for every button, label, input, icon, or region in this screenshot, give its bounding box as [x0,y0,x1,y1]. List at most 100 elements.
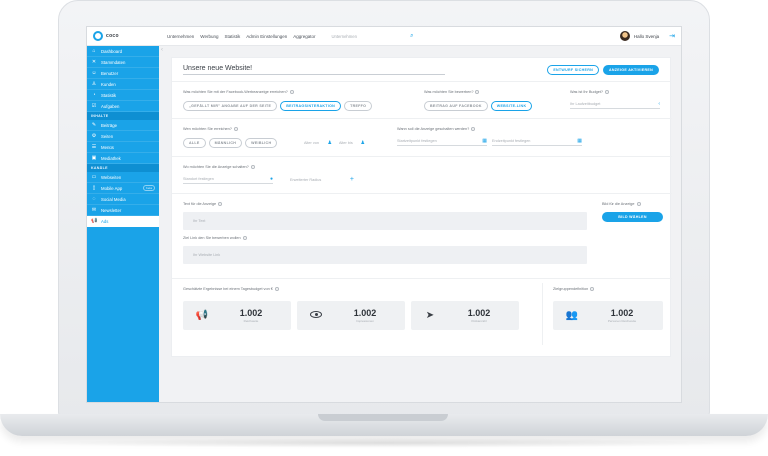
stat-card-reach: 📢 1.002 Reichweite [183,301,291,330]
end-date-placeholder: Endzeitpunkt festlegen [492,139,531,143]
radius-input[interactable]: Erweiterter Radius + [290,175,354,184]
sidebar-item-social-media[interactable]: ◌ Social Media [87,194,159,205]
nav-item-aggregator[interactable]: Aggregator [293,34,315,39]
logo[interactable]: coco [87,31,159,41]
ad-link-input[interactable]: Ihr Website Link [183,246,587,264]
plus-icon[interactable]: + [350,176,354,183]
audience-option-male[interactable]: MÄNNLICH [208,138,243,148]
ad-text-input[interactable]: Ihr Text [183,212,587,230]
calendar-icon[interactable]: ▦ [482,138,487,144]
sidebar-item-label: Menüs [101,144,114,150]
sidebar-item-dashboard[interactable]: ⌂ Dashboard [87,46,159,57]
sidebar-item-label: Newsletter [101,207,122,213]
sidebar-item-label: Ads [101,218,109,224]
choose-image-button[interactable]: BILD WÄHLEN [602,212,663,222]
activate-ad-button[interactable]: ANZEIGE AKTIVIEREN [602,64,659,75]
sidebar-item-aufgaben[interactable]: ☑ Aufgaben [87,101,159,112]
chevron-left-icon[interactable]: ‹ [658,101,660,107]
content-row: Text für die Anzeige Ihr Text Ziel Link … [172,194,672,279]
start-date-input[interactable]: Startzeitpunkt festlegen ▦ [397,137,487,146]
stat-value: 1.002 [467,308,491,318]
user-area: Hallo Svenja ⇥ [619,31,681,41]
sidebar-item-menüs[interactable]: ☰ Menüs [87,142,159,153]
title-bar: Unsere neue Website! ENTWURF SICHERN ANZ… [172,58,670,82]
end-date-input[interactable]: Endzeitpunkt festlegen ▦ [492,137,582,146]
media-icon: ▣ [91,155,97,161]
check-icon: ☑ [91,103,97,109]
sidebar-item-label: Aufgaben [101,103,120,109]
promote-option-website[interactable]: WEBSITE-LINK [490,101,533,111]
logout-icon[interactable]: ⇥ [669,32,675,40]
sidebar-item-benutzer[interactable]: ☺ Benutzer [87,68,159,79]
goal-row: Was möchten Sie mit der Facebook-Werbean… [172,82,672,119]
edit-icon: ✎ [91,122,97,128]
stat-value: 1.002 [610,308,634,318]
map-pin-icon[interactable]: ● [270,176,273,182]
main-nav: Unternehmen Werbung Statistik Admin Eins… [159,34,316,39]
avatar[interactable] [619,31,630,41]
goal-option-interaction[interactable]: BEITRAGSINTERAKTION [280,101,342,111]
text-label: Text für die Anzeige [183,202,223,206]
search-placeholder: Unternehmen [331,33,357,39]
target-label: Zielgruppendefinition [553,287,595,291]
sidebar-item-label: Mediathek [101,155,121,161]
audience-option-female[interactable]: WEIBLICH [245,138,278,148]
person-icon: ♙ [91,81,97,87]
collapse-sidebar-icon[interactable]: ‹ [161,47,163,53]
age-to-field[interactable]: Alter bis ♟ [339,138,365,147]
promote-option-post[interactable]: BEITRAG AUF FACEBOOK [424,101,488,111]
laptop-notch [318,414,448,421]
save-draft-button[interactable]: ENTWURF SICHERN [547,64,599,75]
stat-card-clicks: ➤ 1.002 Klickanzahl [411,301,519,330]
nav-item-admin[interactable]: Admin Einstellungen [246,34,287,39]
link-label: Ziel Link den Sie bewerben wollen [183,236,247,240]
location-input[interactable]: Standort festlegen ● [183,175,273,184]
ad-title-input[interactable]: Unsere neue Website! [183,65,445,75]
audience-label: Wen möchten Sie erreichen? [183,127,238,131]
chart-icon: ◔ [92,92,96,98]
results-row: Geschätzte Ergebnisse bei einem Tagesbud… [172,279,672,358]
nav-item-unternehmen[interactable]: Unternehmen [167,34,194,39]
location-placeholder: Standort festlegen [183,177,214,181]
sidebar-item-webseiten[interactable]: ▭ Webseiten [87,172,159,183]
results-label: Geschätzte Ergebnisse bei einem Tagesbud… [183,287,279,291]
radius-placeholder: Erweiterter Radius [290,177,322,182]
laptop-shadow [30,438,738,448]
sidebar-item-label: Kunden [101,81,116,87]
logo-mark-icon [93,31,103,41]
sidebar-item-label: Benutzer [101,70,119,76]
sidebar-item-mobile-app[interactable]: ▯ Mobile App beta [87,183,159,194]
budget-placeholder: Ihr Laufzeitbudget [570,102,601,106]
menu-icon: ☰ [91,144,97,150]
goal-option-treffo[interactable]: TREFFO [344,101,373,111]
budget-input[interactable]: Ihr Laufzeitbudget ‹ [570,100,660,109]
app-screen: coco Unternehmen Werbung Statistik Admin… [86,26,682,403]
promote-label: Was möchten Sie bewerben? [424,90,480,94]
calendar-icon[interactable]: ▦ [577,138,582,144]
sidebar-item-mediathek[interactable]: ▣ Mediathek [87,153,159,164]
sidebar-item-stammdaten[interactable]: ✕ Stammdaten [87,57,159,68]
sidebar-section-kanaele: KANÄLE [87,164,159,172]
sidebar-item-statistik[interactable]: ◔ Statistik [87,90,159,101]
search-input[interactable]: Unternehmen ⌕ [328,31,418,41]
sidebar-item-label: Beiträge [101,122,118,128]
age-to-label: Alter bis [339,140,353,145]
age-from-field[interactable]: Alter von ♟ [304,138,332,147]
audience-option-all[interactable]: ALLE [183,138,206,148]
megaphone-icon: 📢 [91,218,98,224]
search-icon[interactable]: ⌕ [410,33,413,40]
goal-options: „GEFÄLLT MIR" ANGABE AUF DER SEITE BEITR… [183,101,373,111]
sidebar-item-label: Dashboard [101,48,123,54]
user-greeting: Hallo Svenja [633,33,660,39]
sidebar-item-kunden[interactable]: ♙ Kunden [87,79,159,90]
goal-option-likes[interactable]: „GEFÄLLT MIR" ANGABE AUF DER SEITE [183,101,278,111]
sidebar-item-label: Seiten [101,133,114,139]
sidebar-item-newsletter[interactable]: ✉ Newsletter [87,205,159,216]
sidebar-item-ads[interactable]: 📢 Ads [87,216,159,227]
sidebar-item-seiten[interactable]: ⚙ Seiten [87,131,159,142]
nav-item-statistik[interactable]: Statistik [224,34,240,39]
sidebar-item-beiträge[interactable]: ✎ Beiträge [87,120,159,131]
mail-icon: ✉ [91,207,97,213]
sidebar-item-label: Statistik [101,92,117,98]
nav-item-werbung[interactable]: Werbung [200,34,218,39]
